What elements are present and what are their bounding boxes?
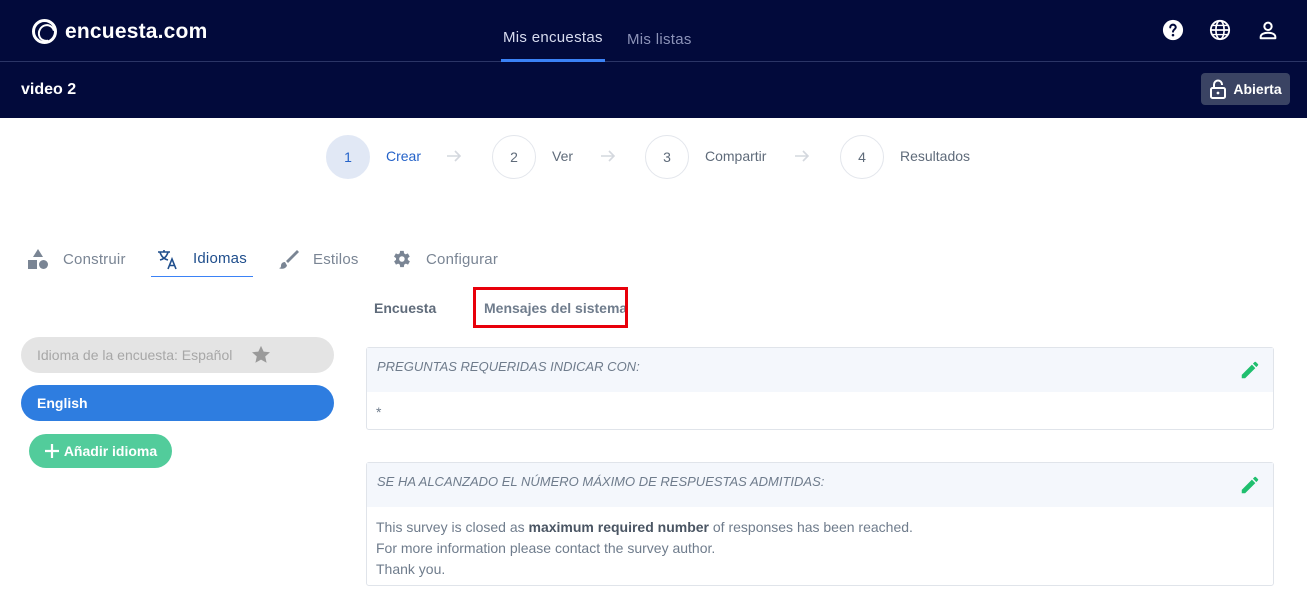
- message-line: This survey is closed as maximum require…: [376, 517, 1264, 538]
- message-card-body[interactable]: This survey is closed as maximum require…: [367, 507, 1273, 580]
- survey-header: video 2 Abierta: [0, 62, 1307, 118]
- step-4-label[interactable]: Resultados: [900, 148, 970, 164]
- add-language-label: Añadir idioma: [63, 443, 158, 459]
- tab-construir[interactable]: Construir: [27, 241, 126, 277]
- tab-idiomas-label: Idiomas: [193, 250, 247, 267]
- top-navbar: encuesta.com Mis encuestas Mis listas: [0, 0, 1307, 62]
- highlight-annotation: [473, 287, 628, 328]
- tab-configurar-label: Configurar: [426, 250, 499, 268]
- tab-configurar[interactable]: Configurar: [390, 241, 498, 277]
- pencil-icon[interactable]: [1239, 359, 1261, 381]
- globe-icon[interactable]: [1209, 19, 1231, 41]
- survey-status-button[interactable]: Abierta: [1201, 73, 1290, 105]
- step-1-circle[interactable]: 1: [326, 135, 370, 179]
- survey-status-label: Abierta: [1233, 81, 1282, 97]
- message-body-required: *: [376, 404, 382, 420]
- message-card-body[interactable]: *: [367, 392, 1273, 423]
- step-2-circle[interactable]: 2: [492, 135, 536, 179]
- message-text: of responses has been reached.: [709, 519, 913, 535]
- subtab-encuesta[interactable]: Encuesta: [374, 300, 436, 316]
- step-4-circle[interactable]: 4: [840, 135, 884, 179]
- step-3-label[interactable]: Compartir: [705, 148, 766, 164]
- user-icon[interactable]: [1257, 19, 1279, 41]
- tab-estilos-label: Estilos: [313, 250, 359, 268]
- pencil-icon[interactable]: [1239, 474, 1261, 496]
- message-line: For more information please contact the …: [376, 540, 716, 556]
- arrow-right-icon: [447, 150, 462, 162]
- add-language-button[interactable]: Añadir idioma: [29, 434, 172, 468]
- message-title-max-responses: SE HA ALCANZADO EL NÚMERO MÁXIMO DE RESP…: [377, 474, 825, 489]
- gear-icon: [394, 250, 410, 268]
- logo[interactable]: encuesta.com: [32, 19, 207, 44]
- help-icon[interactable]: [1162, 19, 1184, 41]
- logo-text: encuesta.com: [65, 19, 208, 43]
- message-bold-text: maximum required number: [528, 519, 710, 535]
- brush-icon: [279, 250, 299, 269]
- message-line: Thank you.: [376, 561, 446, 577]
- message-text: This survey is closed as: [376, 519, 529, 535]
- star-icon[interactable]: [250, 344, 272, 366]
- tab-idiomas[interactable]: Idiomas: [151, 241, 253, 277]
- message-card-title: SE HA ALCANZADO EL NÚMERO MÁXIMO DE RESP…: [367, 463, 1273, 507]
- arrow-right-icon: [601, 150, 616, 162]
- nav-tab-mis-encuestas[interactable]: Mis encuestas: [503, 29, 603, 46]
- tab-construir-label: Construir: [63, 250, 126, 268]
- default-language-item: Idioma de la encuesta: Español: [21, 337, 334, 373]
- logo-ring-icon: [32, 19, 57, 44]
- step-1-label[interactable]: Crear: [386, 148, 421, 164]
- default-language-label: Idioma de la encuesta: Español: [37, 347, 233, 363]
- survey-title: video 2: [21, 81, 77, 98]
- arrow-right-icon: [795, 150, 810, 162]
- plus-icon: [44, 444, 59, 458]
- lock-open-icon: [1210, 79, 1227, 99]
- shapes-icon: [28, 249, 48, 269]
- translate-icon: [158, 249, 177, 269]
- tab-estilos[interactable]: Estilos: [277, 241, 359, 277]
- step-3-circle[interactable]: 3: [645, 135, 689, 179]
- message-title-required: PREGUNTAS REQUERIDAS INDICAR CON:: [377, 359, 640, 374]
- nav-tab-mis-listas[interactable]: Mis listas: [627, 31, 692, 48]
- language-item-english[interactable]: English: [21, 385, 334, 421]
- message-card-title: PREGUNTAS REQUERIDAS INDICAR CON:: [367, 348, 1273, 392]
- message-card-max-responses: SE HA ALCANZADO EL NÚMERO MÁXIMO DE RESP…: [366, 462, 1274, 586]
- message-card-required: PREGUNTAS REQUERIDAS INDICAR CON: *: [366, 347, 1274, 430]
- step-2-label[interactable]: Ver: [552, 148, 573, 164]
